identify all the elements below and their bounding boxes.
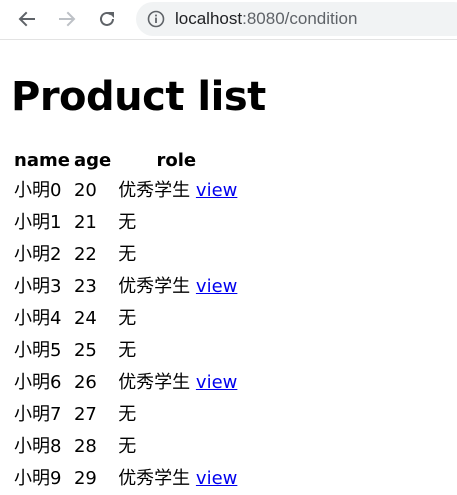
view-link[interactable]: view xyxy=(196,180,237,201)
url-text: localhost:8080/condition xyxy=(175,9,357,29)
role-text: 优秀学生 xyxy=(118,468,191,489)
column-header-age: age xyxy=(73,150,112,171)
cell-role: 无 xyxy=(114,336,238,366)
column-header-name: name xyxy=(14,150,70,171)
cell-name: 小明4 xyxy=(14,308,62,329)
cell-name: 小明2 xyxy=(14,244,62,265)
product-table: name age role 小明0 20 优秀学生 view 小明1 21 无小明2 22 无… xyxy=(11,146,240,495)
cell-role: 优秀学生 view xyxy=(114,368,238,398)
reload-button[interactable] xyxy=(92,4,122,34)
page-title: Product list xyxy=(11,74,266,120)
role-text: 无 xyxy=(118,244,137,265)
column-header-role: role xyxy=(156,150,197,171)
cell-name: 小明3 xyxy=(14,276,62,297)
cell-name: 小明9 xyxy=(14,468,62,489)
back-arrow-icon xyxy=(17,9,37,29)
cell-role: 无 xyxy=(114,240,238,270)
table-row: 小明8 28 无 xyxy=(13,432,238,462)
role-text: 无 xyxy=(118,340,137,361)
table-row: 小明7 27 无 xyxy=(13,400,238,430)
role-text: 优秀学生 xyxy=(118,276,191,297)
cell-age: 24 xyxy=(73,308,97,329)
address-bar[interactable]: localhost:8080/condition xyxy=(136,2,457,36)
info-icon[interactable] xyxy=(147,10,165,28)
role-text: 优秀学生 xyxy=(118,180,191,201)
cell-role: 优秀学生 view xyxy=(114,272,238,302)
cell-age: 23 xyxy=(73,276,97,297)
cell-age: 25 xyxy=(73,340,97,361)
table-header-row: name age role xyxy=(13,148,238,174)
cell-name: 小明1 xyxy=(14,212,62,233)
cell-age: 29 xyxy=(73,468,97,489)
view-link[interactable]: view xyxy=(196,372,237,393)
cell-age: 22 xyxy=(73,244,97,265)
forward-button[interactable] xyxy=(52,4,82,34)
table-body: 小明0 20 优秀学生 view 小明1 21 无小明2 22 无小明3 23 优秀学生 view… xyxy=(13,176,238,494)
role-text: 优秀学生 xyxy=(118,372,191,393)
view-link[interactable]: view xyxy=(196,468,237,489)
cell-name: 小明6 xyxy=(14,372,62,393)
cell-age: 20 xyxy=(73,180,97,201)
reload-icon xyxy=(97,9,117,29)
table-row: 小明9 29 优秀学生 view xyxy=(13,464,238,494)
cell-age: 26 xyxy=(73,372,97,393)
browser-toolbar: localhost:8080/condition xyxy=(0,0,457,40)
url-host: localhost xyxy=(175,9,243,28)
cell-name: 小明0 xyxy=(14,180,62,201)
back-button[interactable] xyxy=(12,4,42,34)
table-row: 小明0 20 优秀学生 view xyxy=(13,176,238,206)
cell-age: 27 xyxy=(73,404,97,425)
role-text: 无 xyxy=(118,404,137,425)
view-link[interactable]: view xyxy=(196,276,237,297)
cell-role: 无 xyxy=(114,400,238,430)
table-row: 小明3 23 优秀学生 view xyxy=(13,272,238,302)
table-row: 小明2 22 无 xyxy=(13,240,238,270)
cell-name: 小明7 xyxy=(14,404,62,425)
page-content: Product list name age role 小明0 20 优秀学生 vie… xyxy=(0,73,457,495)
table-row: 小明6 26 优秀学生 view xyxy=(13,368,238,398)
cell-name: 小明8 xyxy=(14,436,62,457)
cell-age: 28 xyxy=(73,436,97,457)
table-row: 小明1 21 无 xyxy=(13,208,238,238)
url-path: :8080/condition xyxy=(242,9,358,28)
cell-role: 优秀学生 view xyxy=(114,176,238,206)
cell-role: 无 xyxy=(114,432,238,462)
role-text: 无 xyxy=(118,308,137,329)
forward-arrow-icon xyxy=(57,9,77,29)
cell-age: 21 xyxy=(73,212,97,233)
role-text: 无 xyxy=(118,436,137,457)
role-text: 无 xyxy=(118,212,137,233)
table-row: 小明5 25 无 xyxy=(13,336,238,366)
cell-role: 无 xyxy=(114,304,238,334)
cell-name: 小明5 xyxy=(14,340,62,361)
cell-role: 无 xyxy=(114,208,238,238)
cell-role: 优秀学生 view xyxy=(114,464,238,494)
table-row: 小明4 24 无 xyxy=(13,304,238,334)
